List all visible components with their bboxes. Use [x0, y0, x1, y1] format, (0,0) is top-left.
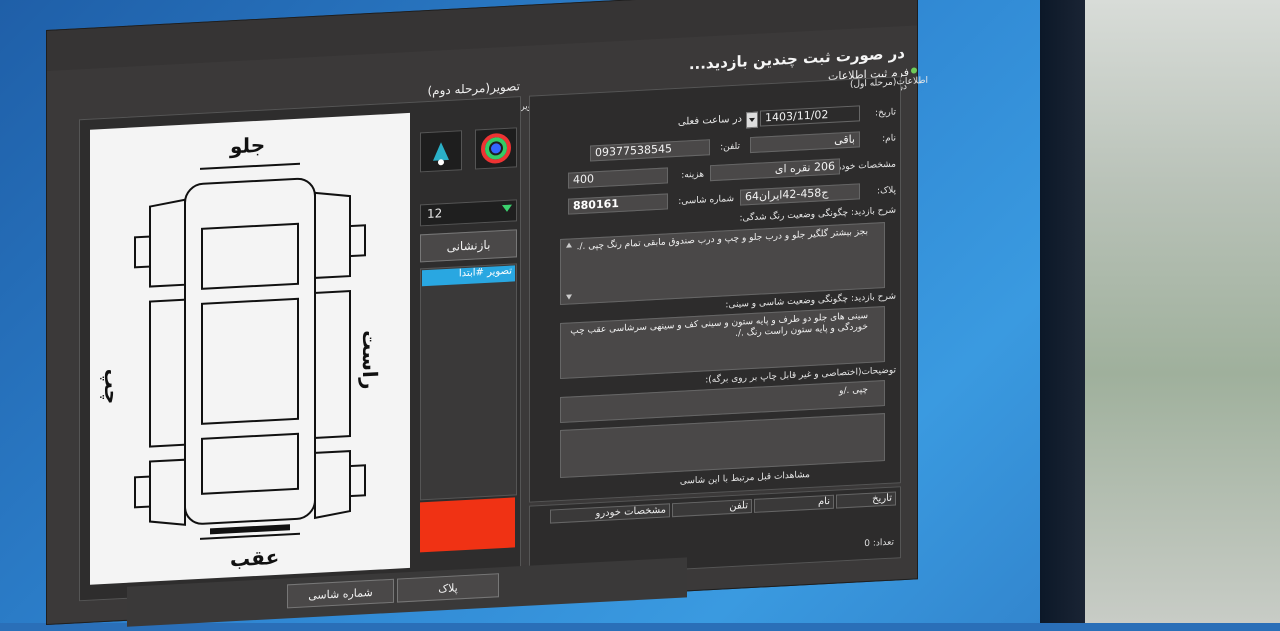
tab-plate[interactable]: پلاک	[397, 573, 499, 603]
car-front-label: جلو	[230, 132, 266, 159]
paint-bucket-glyph	[433, 142, 449, 166]
info-section-title: اطلاعات(مرحله اول)	[849, 75, 928, 90]
paint-bucket-icon[interactable]	[420, 130, 462, 173]
paint-label: شرح بازدید: چگونگی وضعیت رنگ شدگی:	[739, 205, 896, 224]
date-dropdown-icon[interactable]	[746, 111, 758, 129]
monitor-bezel	[1040, 0, 1085, 623]
extra-textarea[interactable]	[560, 413, 885, 479]
background-wall	[1080, 0, 1280, 623]
vehicle-field[interactable]: 206 نقره ای	[710, 158, 840, 182]
scroll-up-icon[interactable]	[566, 242, 572, 248]
column-name[interactable]: نام	[754, 494, 834, 513]
car-right-label: راست	[358, 329, 382, 390]
paint-textarea[interactable]: بجز بیشتر گلگیر جلو و درب جلو و چپ و درب…	[560, 222, 885, 306]
image-panel: تصویر(مرحله دوم) جلو عقب راست چپ 12 بازن…	[79, 79, 521, 602]
chassis-field[interactable]: 880161	[568, 193, 668, 215]
current-time-label[interactable]: در ساعت فعلی	[678, 114, 742, 128]
list-item[interactable]: تصویر #ابتدا	[422, 265, 515, 287]
record-count-label: تعداد: 0	[864, 538, 894, 550]
scroll-down-icon[interactable]	[566, 294, 572, 300]
cost-field[interactable]: 400	[568, 167, 668, 189]
color-wheel-glyph	[481, 133, 511, 164]
chassis-label: شماره شاسی:	[678, 193, 734, 207]
date-field[interactable]: 1403/11/02	[760, 105, 860, 127]
phone-label: تلفن:	[720, 141, 740, 153]
column-vehicle[interactable]: مشخصات خودرو	[550, 503, 670, 524]
color-picker-icon[interactable]	[475, 127, 517, 170]
registration-window: فرم ثبت اطلاعات در صورت ثبت چندین بازدید…	[46, 0, 928, 627]
car-rear-label: عقب	[230, 544, 280, 572]
cost-label: هزینه:	[681, 169, 704, 181]
plate-label: پلاک:	[877, 185, 896, 197]
image-section-title: تصویر(مرحله دوم)	[427, 79, 520, 99]
reset-button[interactable]: بازنشانی	[420, 229, 517, 263]
column-date[interactable]: تاریخ	[836, 491, 896, 509]
plate-field[interactable]: 64ج458-42ایران	[740, 183, 860, 206]
column-phone[interactable]: تلفن	[672, 499, 752, 518]
color-swatch[interactable]	[420, 497, 515, 553]
app-icon	[911, 67, 917, 74]
info-panel: اطلاعات(مرحله اول) تاریخ: 1403/11/02 در …	[529, 76, 928, 503]
history-label: مشاهدات قبل مرتبط با این شاسی	[679, 469, 810, 487]
phone-field[interactable]: 09377538545	[590, 139, 710, 162]
date-label: تاریخ:	[875, 107, 896, 119]
name-field[interactable]: باقی	[750, 131, 860, 154]
count-value: 0	[864, 538, 870, 550]
chevron-down-icon	[502, 204, 512, 213]
image-list[interactable]: تصویر #ابتدا	[420, 263, 517, 501]
tab-chassis[interactable]: شماره شاسی	[287, 578, 394, 609]
count-label: تعداد:	[872, 537, 894, 549]
car-diagram[interactable]: جلو عقب راست چپ	[90, 112, 410, 585]
name-label: نام:	[882, 133, 896, 145]
brush-size-value: 12	[427, 206, 443, 222]
car-left-label: چپ	[100, 367, 124, 405]
brush-size-select[interactable]: 12	[420, 199, 517, 227]
